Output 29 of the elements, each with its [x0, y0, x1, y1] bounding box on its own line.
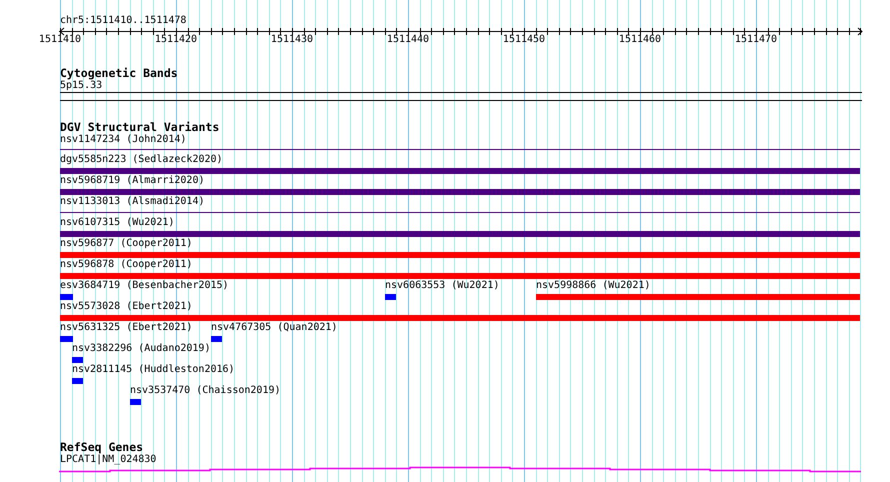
- tick-label: 1511440: [386, 34, 430, 46]
- variant-label: nsv5968719 (Almarri2020): [60, 175, 204, 187]
- tick-label: 1511450: [502, 34, 546, 46]
- variant-label: nsv5998866 (Wu2021): [536, 280, 650, 292]
- variant-label: nsv3537470 (Chaisson2019): [130, 385, 281, 397]
- track-title: RefSeq Genes: [60, 441, 144, 454]
- variant-label: nsv5631325 (Ebert2021): [60, 322, 192, 334]
- tick-label: 1511460: [618, 34, 662, 46]
- variant-label: dgv5585n223 (Sedlazeck2020): [60, 154, 223, 166]
- variant-label: nsv6063553 (Wu2021): [385, 280, 500, 292]
- band-label: 5p15.33: [60, 80, 102, 92]
- variant-label: esv3684719 (Besenbacher2015): [60, 280, 229, 292]
- variant-label: nsv5573028 (Ebert2021): [60, 301, 192, 313]
- track-title: Cytogenetic Bands: [60, 67, 178, 80]
- variant-label: nsv2811145 (Huddleston2016): [72, 364, 235, 376]
- variant-label: nsv596878 (Cooper2011): [60, 259, 192, 271]
- variant-label: nsv6107315 (Wu2021): [60, 217, 174, 229]
- variant-label: nsv596877 (Cooper2011): [60, 238, 192, 250]
- variant-label: nsv4767305 (Quan2021): [211, 322, 338, 334]
- tick-label: 1511430: [270, 34, 314, 46]
- variant-label: nsv3382296 (Audano2019): [72, 343, 210, 355]
- tick-label: 1511420: [154, 34, 198, 46]
- variant-label: nsv1147234 (John2014): [60, 134, 186, 146]
- tick-label: 1511410: [38, 34, 82, 46]
- gene-label: LPCAT1|NM_024830: [60, 454, 156, 466]
- tick-label: 1511470: [734, 34, 778, 46]
- variant-label: nsv1133013 (Alsmadi2014): [60, 196, 204, 208]
- track-title: DGV Structural Variants: [60, 121, 220, 134]
- location-label: chr5:1511410..1511478: [60, 15, 186, 27]
